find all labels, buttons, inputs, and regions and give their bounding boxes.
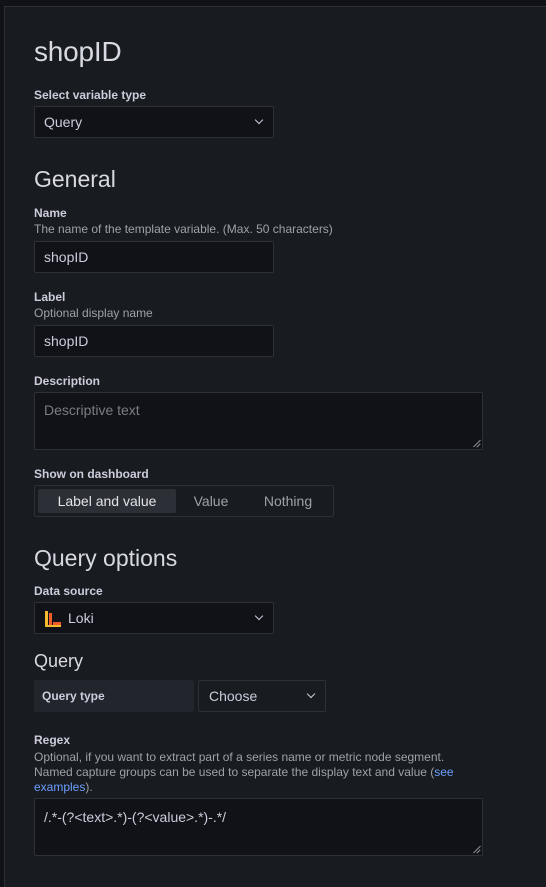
page-title: shopID — [34, 36, 122, 67]
chevron-down-icon — [254, 115, 264, 125]
regex-description-line3: examples). — [34, 780, 504, 795]
description-textarea[interactable]: Descriptive text — [34, 392, 483, 450]
regex-description-line2-text: Named capture groups can be used to sepa… — [34, 765, 435, 779]
label-input[interactable]: shopID — [34, 325, 274, 357]
regex-value: /.*-(?<text>.*)-(?<value>.*)-.*/ — [44, 809, 227, 825]
option-label-and-value[interactable]: Label and value — [38, 489, 176, 513]
label-field-label: Label — [34, 290, 66, 304]
description-placeholder: Descriptive text — [44, 402, 140, 418]
query-type-value: Choose — [209, 688, 258, 704]
resize-handle-icon[interactable] — [472, 845, 480, 853]
see-examples-link[interactable]: see — [434, 765, 453, 779]
label-field-description: Optional display name — [34, 306, 153, 320]
query-type-select[interactable]: Choose — [198, 680, 326, 712]
regex-description-end: ). — [85, 780, 93, 794]
query-type-label: Query type — [42, 689, 105, 703]
option-nothing[interactable]: Nothing — [248, 489, 328, 513]
regex-description: Optional, if you want to extract part of… — [34, 750, 504, 795]
see-examples-link-cont[interactable]: examples — [34, 780, 85, 794]
name-description: The name of the template variable. (Max.… — [34, 222, 333, 236]
resize-handle-icon[interactable] — [472, 439, 480, 447]
regex-label: Regex — [34, 733, 71, 747]
label-input-value: shopID — [44, 333, 89, 349]
data-source-select[interactable]: Loki — [34, 602, 274, 634]
regex-description-line1: Optional, if you want to extract part of… — [34, 750, 445, 764]
data-source-value: Loki — [68, 610, 94, 626]
loki-logo-icon — [45, 611, 61, 627]
variable-type-label: Select variable type — [34, 88, 147, 102]
regex-textarea[interactable]: /.*-(?<text>.*)-(?<value>.*)-.*/ — [34, 798, 483, 856]
variable-type-value: Query — [44, 114, 83, 130]
name-input-value: shopID — [44, 249, 89, 265]
query-heading: Query — [34, 651, 84, 671]
data-source-label: Data source — [34, 584, 103, 598]
general-heading: General — [34, 166, 116, 192]
description-label: Description — [34, 374, 101, 388]
chevron-down-icon — [306, 689, 316, 699]
regex-description-line2: Named capture groups can be used to sepa… — [34, 765, 504, 780]
query-type-label-box: Query type — [34, 680, 194, 712]
query-options-heading: Query options — [34, 545, 178, 571]
show-on-dashboard-label: Show on dashboard — [34, 467, 149, 481]
option-value[interactable]: Value — [178, 489, 244, 513]
name-input[interactable]: shopID — [34, 241, 274, 273]
name-label: Name — [34, 206, 67, 220]
variable-type-select[interactable]: Query — [34, 106, 274, 138]
chevron-down-icon — [254, 611, 264, 621]
show-on-dashboard-radio-group: Label and value Value Nothing — [34, 485, 334, 517]
